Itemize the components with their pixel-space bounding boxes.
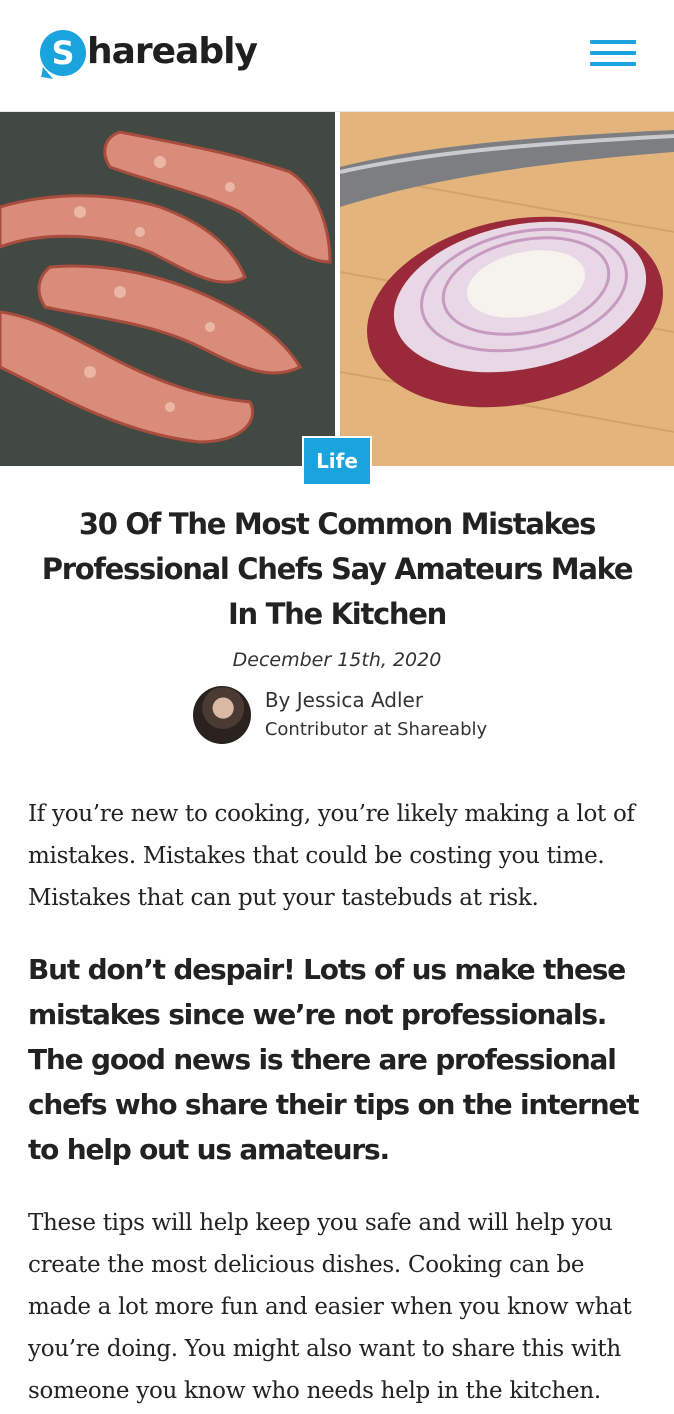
publish-date: December 15th, 2020: [232, 649, 442, 671]
onion-image: [340, 112, 674, 466]
article-paragraph-2: These tips will help keep you safe and w…: [28, 1210, 632, 1404]
category-badge[interactable]: Life: [302, 436, 372, 486]
author-avatar[interactable]: [192, 686, 251, 744]
shareably-logo[interactable]: S hareably: [40, 30, 258, 79]
logo-text: hareably: [87, 30, 258, 72]
article-title: 30 Of The Most Common Mistakes Professio…: [41, 507, 634, 631]
bacon-image: [0, 112, 335, 466]
logo-speech-bubble-icon: S: [40, 30, 86, 79]
author-block: By Jessica Adler Contributor at Shareabl…: [6, 685, 674, 745]
site-header: S hareably: [0, 0, 674, 112]
article-body: If you’re new to cooking, you’re likely …: [0, 793, 674, 1412]
logo-letter: S: [51, 34, 75, 72]
author-name[interactable]: By Jessica Adler: [265, 685, 487, 715]
article-lead: But don’t despair! Lots of us make these…: [28, 953, 640, 1166]
hero-image: Life: [0, 112, 674, 486]
hamburger-menu-icon[interactable]: [590, 40, 636, 72]
author-role: Contributor at Shareably: [264, 719, 488, 740]
article-paragraph-1: If you’re new to cooking, you’re likely …: [28, 801, 635, 911]
